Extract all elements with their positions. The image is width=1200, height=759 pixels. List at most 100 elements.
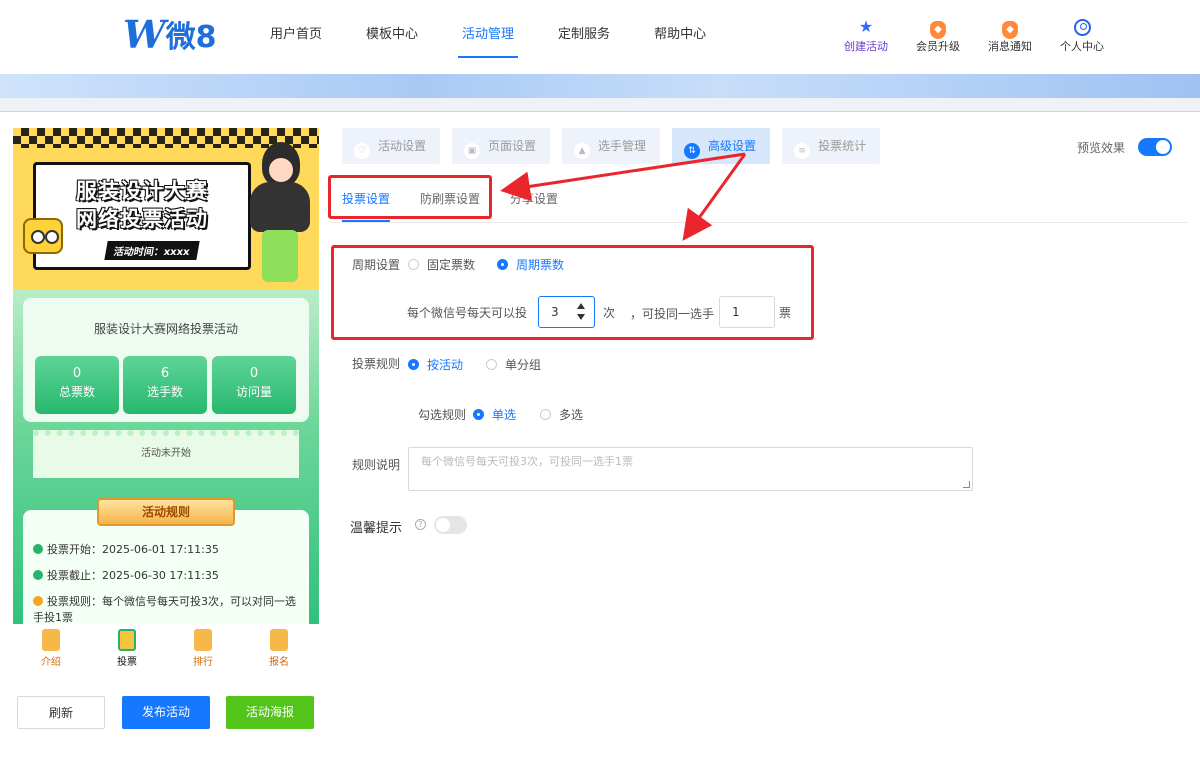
radio-circle	[497, 259, 508, 270]
notifications-label: 消息通知	[988, 40, 1032, 53]
refresh-button[interactable]: 刷新	[17, 696, 105, 729]
document-icon	[42, 629, 60, 651]
rule-vote-rule: 投票规则：每个微信号每天可投3次，可以对同一选手投1票	[33, 595, 296, 624]
radio-periodic-votes[interactable]: 周期票数	[497, 256, 564, 273]
nav-item-user-home[interactable]: 用户首页	[248, 0, 344, 74]
radio-circle	[473, 409, 484, 420]
create-activity-button[interactable]: ★ 创建活动	[830, 16, 902, 54]
create-activity-label: 创建活动	[844, 40, 888, 53]
step-page-settings[interactable]: ▣ 页面设置	[452, 128, 551, 164]
radio-single-select[interactable]: 单选	[473, 406, 516, 423]
rule-desc-textarea[interactable]: 每个微信号每天可投3次，可投同一选手1票	[408, 447, 973, 491]
person-icon	[1073, 19, 1091, 36]
step-player-management[interactable]: ▲ 选手管理	[562, 128, 661, 164]
rules-title: 活动规则	[97, 498, 235, 526]
period-label: 周期设置	[352, 258, 401, 272]
arrow-down-icon[interactable]	[577, 314, 585, 320]
bell-badge-icon: ◆	[1002, 21, 1018, 39]
logo-mark: W	[123, 11, 166, 57]
image-icon: ▣	[464, 143, 481, 159]
tip-label: 温馨提示	[350, 521, 403, 536]
main-nav: 用户首页 模板中心 活动管理 定制服务 帮助中心	[248, 0, 728, 74]
votes-per-day-stepper[interactable]: 3	[538, 296, 595, 328]
personal-center-label: 个人中心	[1060, 40, 1104, 53]
settings-steps: ♡ 活动设置 ▣ 页面设置 ▲ 选手管理 ⇅ 高级设置 ≡ 投票统计	[342, 128, 892, 164]
character-illustration	[238, 134, 318, 286]
banner-strip	[0, 74, 1200, 98]
select-rule-label: 勾选规则	[418, 408, 467, 422]
radio-single-group[interactable]: 单分组	[486, 356, 541, 373]
rule-end-time: 投票截止：2025-06-30 17:11:35	[33, 568, 303, 584]
tab-intro[interactable]: 介绍	[13, 624, 89, 672]
same-player-prefix: ，可投同一选手	[630, 307, 715, 321]
nav-item-activity-management[interactable]: 活动管理	[440, 0, 536, 74]
radio-circle	[486, 359, 497, 370]
poster-title-line-1: 服装设计大赛	[76, 179, 208, 203]
step-advanced-settings[interactable]: ⇅ 高级设置	[672, 128, 771, 164]
radio-by-activity[interactable]: 按活动	[408, 356, 463, 373]
step-vote-statistics[interactable]: ≡ 投票统计	[782, 128, 881, 164]
activity-poster-button[interactable]: 活动海报	[226, 696, 314, 729]
clock-icon	[33, 544, 43, 554]
rule-desc-label: 规则说明	[352, 458, 401, 472]
personal-center-button[interactable]: 个人中心	[1046, 16, 1118, 54]
same-player-votes-input[interactable]: 1	[719, 296, 775, 328]
tab-vote[interactable]: 投票	[89, 624, 165, 672]
per-day-unit: 次	[603, 306, 616, 320]
nav-item-help-center[interactable]: 帮助中心	[632, 0, 728, 74]
logo-text: 微8	[165, 20, 217, 55]
member-upgrade-label: 会员升级	[916, 40, 960, 53]
radio-circle	[540, 409, 551, 420]
preview-effect-label: 预览效果	[1077, 141, 1126, 155]
subtab-vote-settings[interactable]: 投票设置	[342, 190, 391, 222]
stat-players: 6 选手数	[123, 356, 207, 414]
list-icon: ≡	[794, 143, 811, 159]
stats-title: 服装设计大赛网络投票活动	[93, 322, 238, 336]
help-icon[interactable]: ?	[415, 519, 426, 530]
activity-status: 活动未开始	[33, 430, 299, 478]
tab-signup[interactable]: 报名	[241, 624, 317, 672]
per-day-prefix: 每个微信号每天可以投	[407, 306, 528, 320]
preview-content: 服装设计大赛网络投票活动 0 总票数 6 选手数 0 访问量 活动未开始 活动规…	[13, 290, 319, 624]
vote-rule-label: 投票规则	[352, 357, 401, 371]
header-actions: ★ 创建活动 ◆ 会员升级 ◆ 消息通知 个人中心	[830, 16, 1118, 54]
heart-icon: ♡	[354, 143, 370, 159]
member-upgrade-button[interactable]: ◆ 会员升级	[902, 16, 974, 54]
badge-icon: ◆	[930, 21, 946, 39]
logo[interactable]: W 微8	[123, 11, 217, 57]
poster-title-card: 服装设计大赛 网络投票活动 活动时间：xxxx	[33, 162, 251, 270]
star-icon: ★	[858, 17, 874, 36]
stat-total-votes: 0 总票数	[35, 356, 119, 414]
same-player-unit: 票	[779, 306, 792, 320]
subtab-share-settings[interactable]: 分享设置	[510, 190, 558, 207]
top-header: W 微8 用户首页 模板中心 活动管理 定制服务 帮助中心 ★ 创建活动 ◆ 会…	[0, 0, 1200, 74]
nav-item-custom-service[interactable]: 定制服务	[536, 0, 632, 74]
sliders-icon: ⇅	[684, 143, 701, 159]
tab-ranking[interactable]: 排行	[165, 624, 241, 672]
publish-activity-button[interactable]: 发布活动	[122, 696, 210, 729]
subtabs: 投票设置 防刷票设置 分享设置	[330, 186, 1188, 223]
preview-effect-toggle[interactable]	[1138, 138, 1172, 156]
poster-time: 活动时间：xxxx	[104, 241, 200, 260]
radio-circle	[408, 359, 419, 370]
nav-item-templates[interactable]: 模板中心	[344, 0, 440, 74]
edit-icon	[270, 629, 288, 651]
arrow-up-icon[interactable]	[577, 303, 585, 309]
step-activity-settings[interactable]: ♡ 活动设置	[342, 128, 441, 164]
subtab-anti-fraud-settings[interactable]: 防刷票设置	[420, 190, 480, 207]
radio-multi-select[interactable]: 多选	[540, 406, 583, 423]
radio-circle	[408, 259, 419, 270]
stats-card: 服装设计大赛网络投票活动 0 总票数 6 选手数 0 访问量	[23, 298, 309, 422]
radio-fixed-votes[interactable]: 固定票数	[408, 256, 475, 273]
divider-strip	[0, 98, 1200, 112]
stepper-arrows[interactable]	[576, 301, 586, 323]
tip-toggle[interactable]	[434, 516, 467, 534]
poster-title-line-2: 网络投票活动	[76, 207, 208, 231]
trophy-icon	[194, 629, 212, 651]
user-icon: ▲	[574, 143, 591, 159]
stat-visits: 0 访问量	[212, 356, 296, 414]
notifications-button[interactable]: ◆ 消息通知	[974, 16, 1046, 54]
preview-tabbar: 介绍 投票 排行 报名	[13, 624, 319, 672]
clock-icon	[33, 570, 43, 580]
info-icon	[33, 596, 43, 606]
